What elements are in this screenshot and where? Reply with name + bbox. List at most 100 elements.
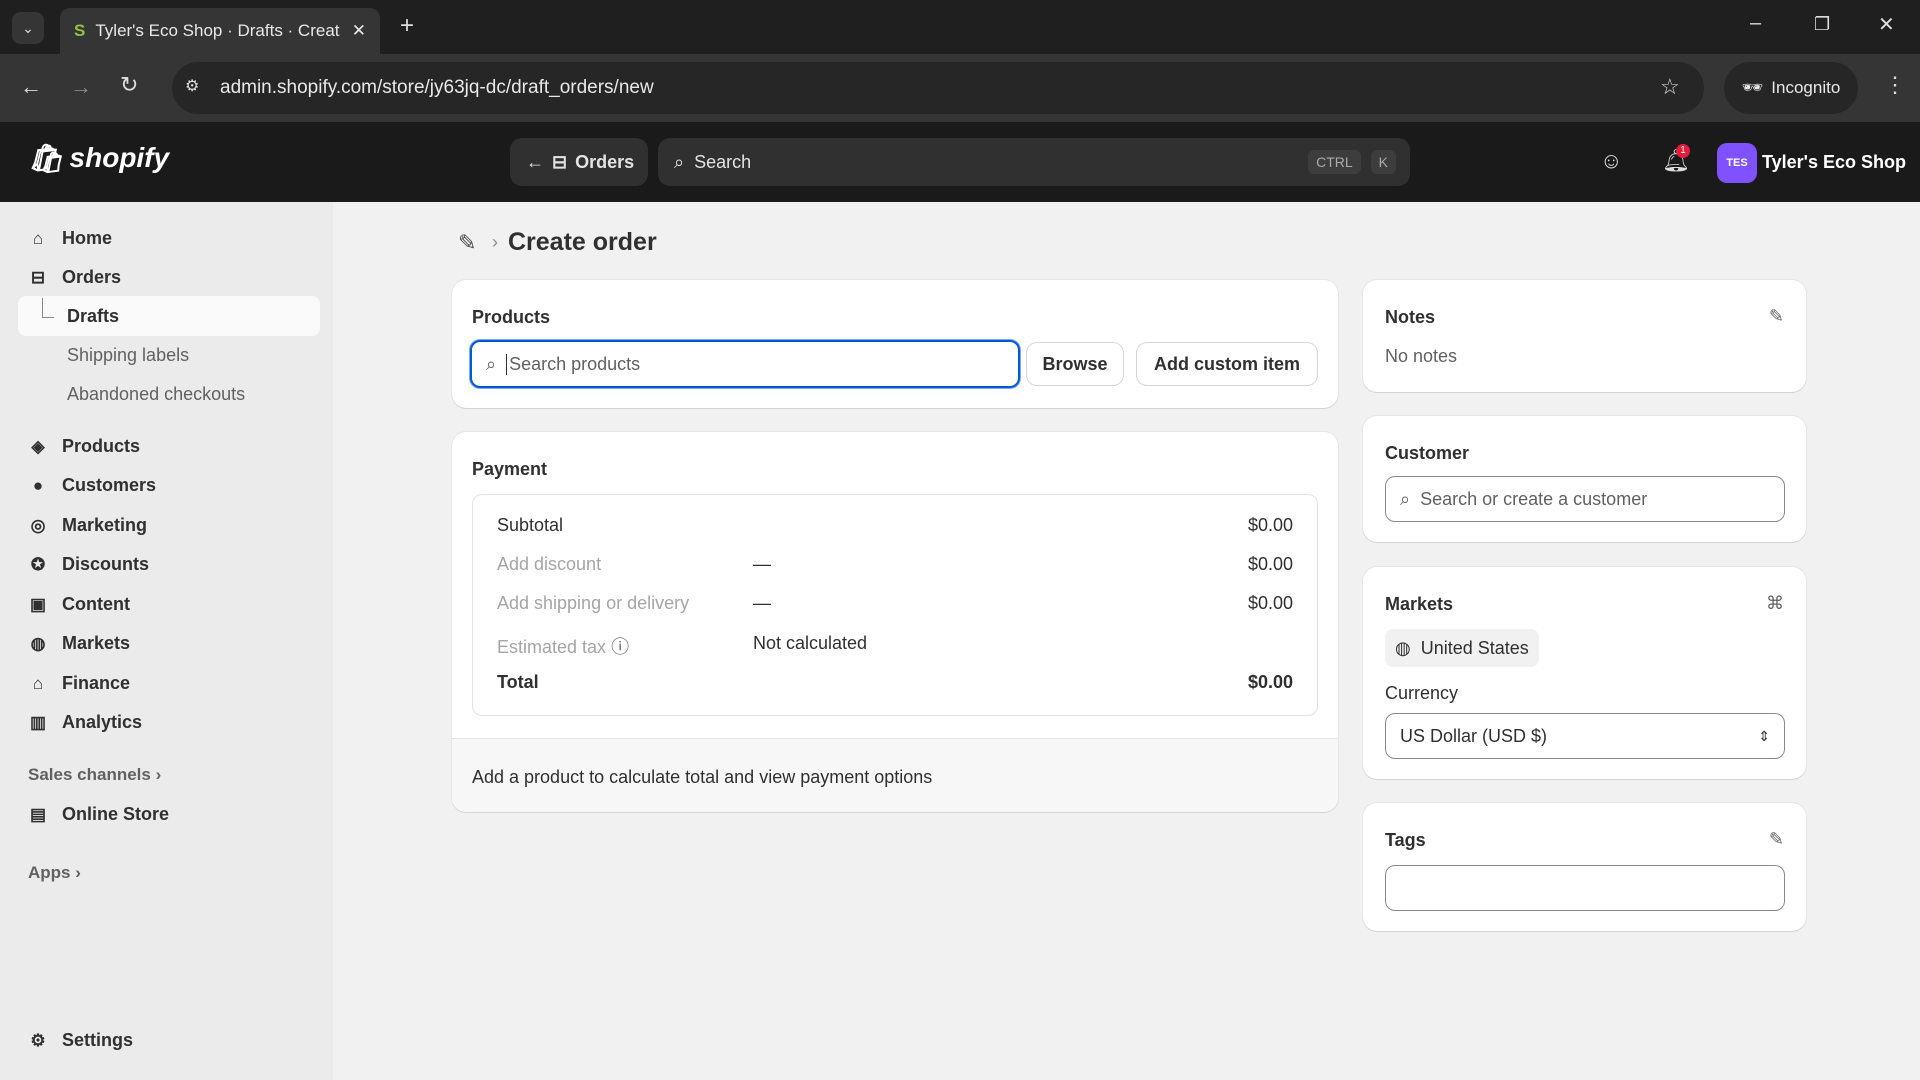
select-chevron-icon: ⇕	[1758, 727, 1770, 744]
drafts-breadcrumb-icon[interactable]: ✎	[458, 230, 476, 256]
sidebar-item-marketing[interactable]: ◎ Marketing	[28, 515, 147, 536]
tags-card: Tags ✎	[1363, 803, 1806, 931]
incognito-badge[interactable]: 🕶 Incognito	[1724, 62, 1858, 114]
sidebar-item-analytics[interactable]: ▥ Analytics	[28, 712, 142, 733]
restore-button[interactable]: ❐	[1814, 14, 1830, 35]
chevron-right-icon: ›	[75, 863, 81, 882]
tags-input[interactable]	[1385, 865, 1785, 911]
close-window-button[interactable]: ✕	[1878, 12, 1895, 37]
tab-search-button[interactable]: ⌄	[12, 12, 44, 44]
shopify-top-bar: 🛍 shopify ← ⊟ Orders ⌕ Search CTRL K ☺ 🔔︎ 1 …	[0, 122, 1920, 202]
sidebar-item-orders[interactable]: ⊟ Orders	[28, 267, 121, 288]
add-discount-link[interactable]: Add discount	[497, 554, 753, 575]
markets-card: Markets ⌘ ◍ United States Currency US Dol…	[1363, 567, 1806, 779]
target-icon: ◎	[30, 515, 46, 535]
discount-row: Add discount — $0.00	[497, 554, 1293, 575]
search-icon: ⌕	[674, 151, 685, 172]
forward-icon[interactable]: →	[70, 74, 92, 100]
payment-footer: Add a product to calculate total and vie…	[452, 738, 1338, 812]
person-icon: ●	[32, 475, 44, 495]
market-badge: ◍ United States	[1385, 629, 1539, 667]
arrow-left-icon: ←	[526, 151, 544, 172]
add-custom-item-button[interactable]: Add custom item	[1137, 343, 1317, 385]
address-bar-row: ← → ↻ admin.shopify.com/store/jy63jq-dc/…	[0, 54, 1920, 122]
store-avatar[interactable]: TES	[1717, 143, 1757, 183]
bank-icon: ⌂	[32, 673, 44, 693]
tree-connector	[42, 298, 54, 318]
sales-channels-link[interactable]: Sales channels ›	[28, 765, 161, 785]
url-field[interactable]: admin.shopify.com/store/jy63jq-dc/draft_…	[172, 62, 1704, 114]
orders-icon: ⊟	[552, 151, 568, 172]
sidebar-item-settings[interactable]: ⚙ Settings	[28, 1030, 133, 1051]
reload-icon[interactable]: ↻	[120, 72, 138, 98]
edit-pencil-icon[interactable]: ✎	[1769, 829, 1784, 850]
back-to-orders-button[interactable]: ← ⊟ Orders	[510, 138, 648, 186]
sidebar-item-discounts[interactable]: ✪ Discounts	[28, 554, 149, 575]
shipping-row: Add shipping or delivery — $0.00	[497, 593, 1293, 614]
bar-chart-icon: ▥	[29, 712, 47, 732]
sidekick-icon[interactable]: ☺	[1600, 148, 1622, 174]
add-shipping-link[interactable]: Add shipping or delivery	[497, 593, 753, 614]
orders-icon: ⊟	[30, 267, 46, 287]
edit-pencil-icon[interactable]: ✎	[1769, 306, 1784, 327]
shopify-logo[interactable]: 🛍 shopify	[28, 142, 169, 175]
payment-title: Payment	[472, 459, 548, 479]
total-row: Total $0.00	[497, 672, 1293, 692]
apps-link[interactable]: Apps ›	[28, 863, 81, 883]
home-icon: ⌂	[32, 228, 44, 248]
sidebar-item-online-store[interactable]: ▤ Online Store	[28, 804, 169, 825]
page-title: Create order	[508, 228, 657, 256]
notes-card: Notes ✎ No notes	[1363, 280, 1806, 392]
customer-card: Customer ⌕ Search or create a customer	[1363, 416, 1806, 542]
sidebar-item-content[interactable]: ▣ Content	[28, 594, 130, 615]
globe-icon: ◍	[30, 633, 46, 653]
notification-badge: 1	[1676, 144, 1690, 158]
chevron-right-icon: ›	[155, 765, 162, 784]
content-icon: ▣	[29, 594, 47, 614]
site-info-icon[interactable]: ⚙	[185, 76, 199, 96]
sidebar-item-abandoned-checkouts[interactable]: Abandoned checkouts	[67, 384, 245, 405]
back-icon[interactable]: ←	[20, 74, 42, 100]
store-icon: ▤	[29, 804, 47, 824]
products-title: Products	[472, 307, 551, 327]
currency-select[interactable]: US Dollar (USD $) ⇕	[1385, 713, 1785, 759]
shopify-favicon-icon: S	[74, 21, 86, 40]
subtotal-row: Subtotal $0.00	[497, 515, 1293, 535]
search-icon: ⌕	[1400, 488, 1411, 509]
bookmark-star-icon[interactable]: ☆	[1660, 74, 1680, 100]
minimize-button[interactable]: –	[1750, 12, 1761, 35]
market-settings-icon[interactable]: ⌘	[1766, 593, 1784, 614]
global-search[interactable]: ⌕ Search CTRL K	[658, 138, 1410, 186]
tax-row: Estimated tax ⓘ Not calculated	[497, 633, 868, 657]
customer-search-input[interactable]: ⌕ Search or create a customer	[1385, 476, 1785, 522]
new-tab-button[interactable]: +	[400, 12, 414, 40]
globe-icon: ◍	[1395, 637, 1411, 658]
sidebar-item-markets[interactable]: ◍ Markets	[28, 633, 130, 654]
sidebar-item-home[interactable]: ⌂ Home	[28, 228, 112, 249]
drafts-label: Drafts	[67, 306, 120, 326]
sidebar-item-shipping-labels[interactable]: Shipping labels	[67, 345, 189, 366]
tag-icon: ◈	[31, 436, 45, 456]
incognito-icon: 🕶	[1741, 78, 1764, 97]
browser-menu-icon[interactable]: ⋮	[1884, 72, 1906, 98]
info-icon[interactable]: ⓘ	[611, 637, 629, 657]
sidebar-item-finance[interactable]: ⌂ Finance	[28, 673, 130, 694]
search-icon: ⌕	[486, 353, 497, 374]
sidebar: ⌂ Home ⊟ Orders Drafts Shipping labels Aba…	[0, 202, 333, 1080]
sidebar-item-customers[interactable]: ● Customers	[28, 475, 156, 496]
breadcrumb-separator: ›	[492, 232, 498, 252]
browser-tab[interactable]: S Tyler's Eco Shop · Drafts · Creat ✕	[60, 8, 380, 54]
payment-card: Payment Subtotal $0.00 Add discount — $0.00…	[452, 432, 1338, 812]
browse-button[interactable]: Browse	[1027, 343, 1123, 385]
sidebar-item-drafts[interactable]	[18, 296, 320, 336]
products-card: Products ⌕ Search products Browse Add cus…	[452, 280, 1338, 408]
gear-icon: ⚙	[30, 1030, 46, 1050]
payment-summary: Subtotal $0.00 Add discount — $0.00 Add shi…	[472, 494, 1318, 716]
store-name[interactable]: Tyler's Eco Shop	[1762, 152, 1906, 173]
discount-icon: ✪	[30, 554, 46, 574]
sidebar-item-products[interactable]: ◈ Products	[28, 436, 140, 457]
browser-tab-bar: ⌄ S Tyler's Eco Shop · Drafts · Creat ✕ …	[0, 0, 1920, 54]
search-products-input[interactable]: ⌕ Search products	[470, 340, 1020, 388]
shopping-bag-icon: 🛍	[28, 143, 64, 174]
close-tab-icon[interactable]: ✕	[352, 21, 366, 41]
